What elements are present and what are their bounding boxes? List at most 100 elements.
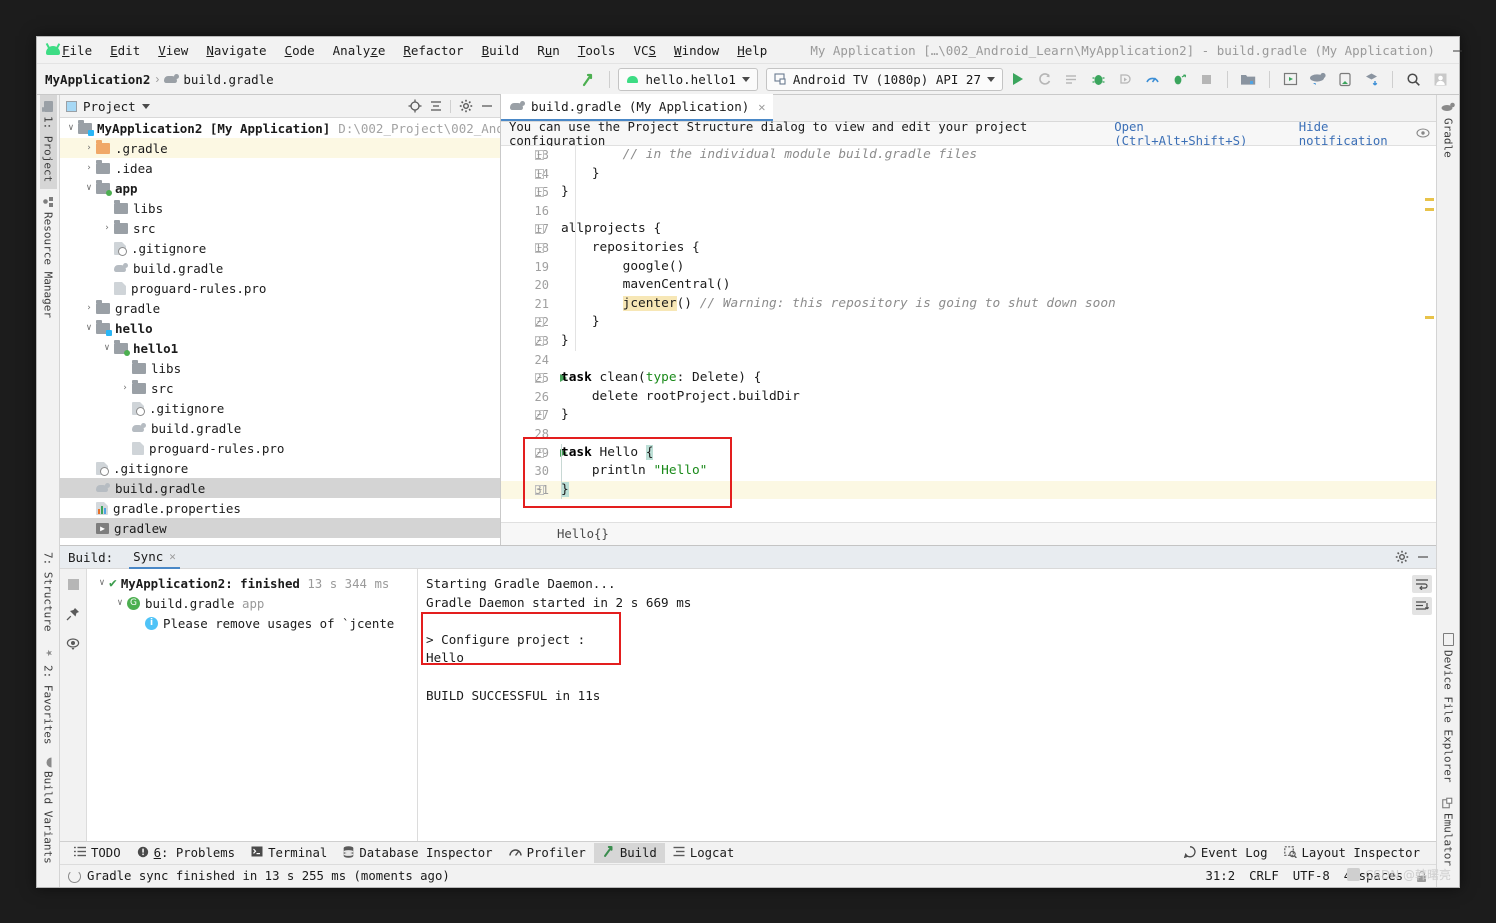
toolwindow-item-database-inspector[interactable]: Database Inspector	[335, 844, 500, 863]
tree-item[interactable]: › src	[60, 218, 500, 238]
tree-item[interactable]: gradle.properties	[60, 498, 500, 518]
toolwindow-item-6-problems[interactable]: 6: Problems	[129, 844, 243, 863]
chevron-down-icon[interactable]: ∨	[64, 123, 78, 133]
tree-item[interactable]: ∨ hello1	[60, 338, 500, 358]
apply-changes-icon[interactable]	[1059, 67, 1084, 91]
tree-item[interactable]: › .gradle	[60, 138, 500, 158]
tree-item[interactable]: .gitignore	[60, 238, 500, 258]
open-project-structure-link[interactable]: Open (Ctrl+Alt+Shift+S)	[1114, 120, 1273, 148]
line-number[interactable]: 22	[501, 313, 557, 332]
line-separator[interactable]: CRLF	[1249, 869, 1279, 883]
editor-breadcrumb[interactable]: Hello{}	[501, 522, 1436, 545]
chevron-down-icon[interactable]: ∨	[113, 598, 127, 608]
chevron-right-icon[interactable]: ›	[82, 143, 96, 153]
file-encoding[interactable]: UTF-8	[1293, 869, 1330, 883]
collapse-all-icon[interactable]	[426, 97, 445, 115]
editor-scrollbar[interactable]	[1424, 146, 1436, 522]
line-number[interactable]: 13	[501, 146, 557, 165]
chevron-down-icon[interactable]: ∨	[82, 323, 96, 333]
hide-icon[interactable]	[1413, 548, 1432, 566]
eye-icon[interactable]	[64, 635, 82, 653]
tree-item[interactable]: build.gradle	[60, 258, 500, 278]
tree-item[interactable]: .gitignore	[60, 398, 500, 418]
line-number[interactable]: 19	[501, 258, 557, 277]
target-icon[interactable]	[405, 97, 424, 115]
hide-notification-link[interactable]: Hide notification	[1299, 120, 1416, 148]
tree-item[interactable]: › gradle	[60, 298, 500, 318]
build-tree-item[interactable]: ∨ Gbuild.gradle app	[87, 593, 417, 613]
chevron-right-icon[interactable]: ›	[82, 303, 96, 313]
line-number[interactable]: 16	[501, 202, 557, 221]
breadcrumb-file[interactable]: build.gradle	[164, 72, 274, 87]
run-icon[interactable]	[1005, 67, 1030, 91]
line-number-gutter[interactable]: 13 14 15 16 17 18 19 20 21 22 23 24 25 26 27 28 29 30 31	[501, 146, 567, 522]
tree-item[interactable]: .gitignore	[60, 458, 500, 478]
menu-item-vcs[interactable]: VCS	[624, 40, 665, 61]
tree-item[interactable]: proguard-rules.pro	[60, 438, 500, 458]
account-icon[interactable]	[1428, 67, 1453, 91]
build-output[interactable]: Starting Gradle Daemon... Gradle Daemon s…	[418, 569, 1436, 841]
sidebar-item-structure[interactable]: 7: Structure	[40, 530, 57, 638]
run-configuration-selector[interactable]: hello.hello1	[617, 67, 758, 91]
make-project-icon[interactable]	[576, 67, 601, 91]
line-number[interactable]: 14	[501, 165, 557, 184]
tree-item[interactable]: libs	[60, 358, 500, 378]
gear-icon[interactable]	[1392, 548, 1411, 566]
project-panel-title-group[interactable]: Project	[66, 99, 150, 114]
line-number[interactable]: 24	[501, 351, 557, 370]
tree-item[interactable]: ∨ hello	[60, 318, 500, 338]
hide-icon[interactable]	[477, 97, 496, 115]
line-number[interactable]: 15	[501, 183, 557, 202]
chevron-down-icon[interactable]: ∨	[82, 183, 96, 193]
sidebar-item-device-file-explorer[interactable]: Device File Explorer	[1440, 627, 1457, 789]
line-number[interactable]: 28	[501, 425, 557, 444]
sidebar-item-build-variants[interactable]: Build Variants	[40, 751, 57, 871]
toolwindow-item-layout-inspector[interactable]: Layout Inspector	[1276, 844, 1428, 863]
attach-debugger-icon[interactable]	[1113, 67, 1138, 91]
tree-item[interactable]: ∨ MyApplication2 [My Application] D:\002_P…	[60, 118, 500, 138]
eye-icon[interactable]	[1416, 127, 1430, 141]
sidebar-item-resource-manager[interactable]: Resource Manager	[40, 189, 57, 325]
project-tree[interactable]: ∨ MyApplication2 [My Application] D:\002_P…	[60, 118, 500, 545]
sidebar-item-favorites[interactable]: ★ 2: Favorites	[40, 639, 57, 751]
menu-item-edit[interactable]: Edit	[101, 40, 149, 61]
line-number[interactable]: 27	[501, 406, 557, 425]
gear-icon[interactable]	[456, 97, 475, 115]
scroll-to-end-icon[interactable]	[1412, 597, 1432, 615]
stop-icon[interactable]	[64, 575, 82, 593]
profiler-icon[interactable]	[1140, 67, 1165, 91]
line-number[interactable]: 20	[501, 276, 557, 295]
code-text-area[interactable]: // in the individual module build.gradle…	[557, 146, 1436, 522]
chevron-right-icon[interactable]: ›	[82, 163, 96, 173]
line-number[interactable]: 23	[501, 332, 557, 351]
tree-item[interactable]: libs	[60, 198, 500, 218]
toolwindow-item-terminal[interactable]: Terminal	[243, 844, 335, 862]
line-number[interactable]: 25	[501, 369, 567, 388]
toolwindow-item-build[interactable]: Build	[593, 843, 665, 863]
menu-item-tools[interactable]: Tools	[569, 40, 625, 61]
menu-item-view[interactable]: View	[149, 40, 197, 61]
stop-icon[interactable]	[1194, 67, 1219, 91]
tree-item[interactable]: proguard-rules.pro	[60, 278, 500, 298]
menu-item-file[interactable]: File	[53, 40, 101, 61]
tree-item[interactable]: build.gradle	[60, 418, 500, 438]
sdk-manager-icon[interactable]	[1236, 67, 1261, 91]
toolwindow-item-logcat[interactable]: Logcat	[665, 844, 742, 862]
build-tab-sync[interactable]: Sync ✕	[129, 546, 180, 569]
line-number[interactable]: 21	[501, 295, 557, 314]
device-manager-icon[interactable]	[1332, 67, 1357, 91]
chevron-down-icon[interactable]: ∨	[95, 578, 109, 588]
menu-item-refactor[interactable]: Refactor	[394, 40, 472, 61]
close-icon[interactable]: ✕	[758, 100, 765, 114]
toolwindow-item-todo[interactable]: TODO	[66, 844, 129, 862]
build-tree-item[interactable]: i Please remove usages of `jcente	[87, 613, 417, 633]
menu-item-run[interactable]: Run	[528, 40, 569, 61]
rerun-icon[interactable]	[1032, 67, 1057, 91]
code-editor[interactable]: 13 14 15 16 17 18 19 20 21 22 23 24 25 26 27 28 29 30 31 /…	[501, 146, 1436, 522]
line-number[interactable]: 18	[501, 239, 557, 258]
line-number[interactable]: 31	[501, 480, 557, 500]
build-tree-item[interactable]: ∨ ✔ MyApplication2: finished 13 s 344 ms	[87, 573, 417, 593]
tree-item[interactable]: › src	[60, 378, 500, 398]
line-number[interactable]: 17	[501, 220, 557, 239]
build-tree[interactable]: ∨ ✔ MyApplication2: finished 13 s 344 ms ∨ G…	[87, 569, 418, 841]
